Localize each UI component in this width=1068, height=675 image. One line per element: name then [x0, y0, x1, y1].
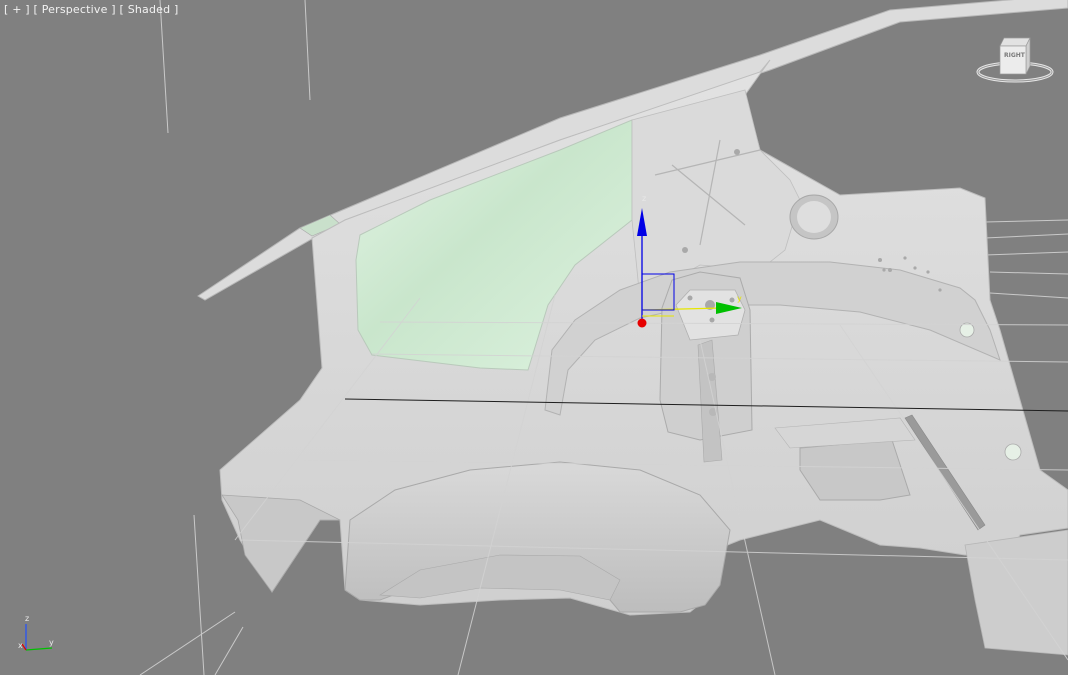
view-mode-button[interactable]: [ Perspective ]	[34, 3, 116, 16]
scene-3d[interactable]	[0, 0, 1068, 675]
viewport-label: [ + ] [ Perspective ] [ Shaded ]	[4, 3, 179, 16]
rear-lower-panel	[964, 529, 1068, 656]
perspective-viewport[interactable]: z y [ + ] [ Perspective ] [ Shaded ] RIG…	[0, 0, 1068, 675]
shading-mode-button[interactable]: [ Shaded ]	[120, 3, 179, 16]
floor-pan-recess	[799, 439, 911, 501]
tripod-y-label: y	[49, 638, 54, 647]
viewport-menu-button[interactable]: [ + ]	[4, 3, 30, 16]
tripod-z-label: z	[25, 614, 30, 623]
tripod-x-label: x	[18, 641, 23, 650]
pivot-point-icon[interactable]	[637, 318, 647, 328]
viewcube-icon[interactable]	[974, 34, 1056, 90]
gizmo-z-label: z	[642, 194, 647, 203]
viewcube-face-label: RIGHT	[1004, 52, 1025, 59]
gizmo-y-label: y	[737, 294, 742, 303]
